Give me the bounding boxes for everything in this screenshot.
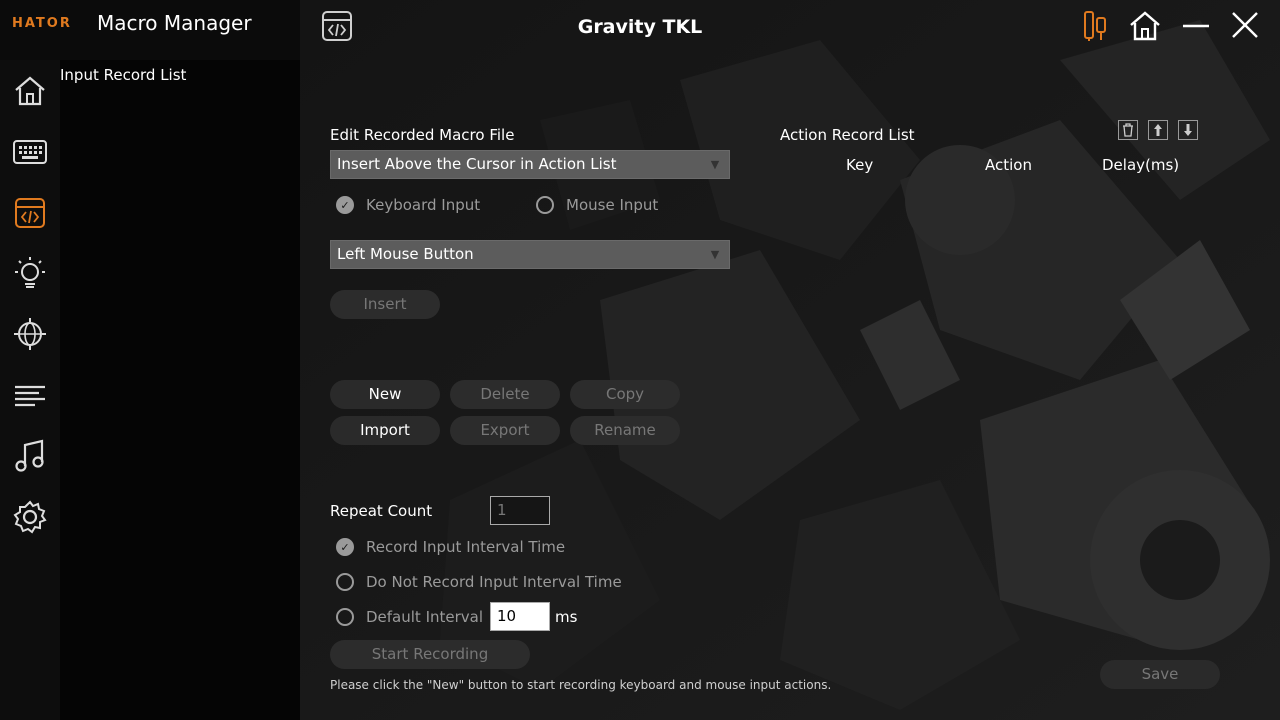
move-down-icon[interactable] <box>1178 120 1198 140</box>
insert-mode-value: Insert Above the Cursor in Action List <box>337 155 617 173</box>
network-globe-icon[interactable] <box>11 315 49 353</box>
interval-unit: ms <box>555 608 578 626</box>
rename-button[interactable]: Rename <box>570 416 680 445</box>
import-button[interactable]: Import <box>330 416 440 445</box>
device-title: Gravity TKL <box>577 16 703 38</box>
default-interval-radio[interactable]: Default Interval <box>336 608 483 626</box>
app-window: HATOR Macro Manager Gravity TKL Input Re… <box>0 0 1280 720</box>
minimize-icon[interactable] <box>1182 14 1210 38</box>
default-interval-label: Default Interval <box>366 608 484 626</box>
new-button[interactable]: New <box>330 380 440 409</box>
chevron-down-icon: ▼ <box>701 241 729 268</box>
repeat-count-label: Repeat Count <box>330 502 433 520</box>
unchecked-radio-icon <box>336 573 354 591</box>
lighting-icon[interactable] <box>11 254 49 292</box>
checked-radio-icon: ✓ <box>336 538 354 556</box>
brand-logo: HATOR <box>12 16 72 31</box>
record-list-panel <box>60 60 300 720</box>
list-icon[interactable] <box>11 377 49 415</box>
action-list-title: Action Record List <box>780 126 915 144</box>
key-select-value: Left Mouse Button <box>337 245 474 263</box>
app-title: Macro Manager <box>97 11 252 35</box>
column-header-key: Key <box>846 156 874 174</box>
settings-gear-icon[interactable] <box>11 498 49 536</box>
record-interval-radio[interactable]: ✓ Record Input Interval Time <box>336 538 565 556</box>
record-interval-label: Record Input Interval Time <box>366 538 566 556</box>
move-up-icon[interactable] <box>1148 120 1168 140</box>
delete-button[interactable]: Delete <box>450 380 560 409</box>
code-file-icon <box>321 10 353 42</box>
record-list-title: Input Record List <box>60 66 187 84</box>
export-button[interactable]: Export <box>450 416 560 445</box>
column-header-delay: Delay(ms) <box>1102 156 1180 174</box>
checked-radio-icon: ✓ <box>336 196 354 214</box>
column-header-action: Action <box>985 156 1032 174</box>
unchecked-radio-icon <box>536 196 554 214</box>
start-recording-button[interactable]: Start Recording <box>330 640 530 669</box>
keyboard-icon[interactable] <box>11 133 49 171</box>
macro-icon[interactable] <box>11 194 49 232</box>
no-record-interval-radio[interactable]: Do Not Record Input Interval Time <box>336 573 622 591</box>
keyboard-input-radio[interactable]: ✓ Keyboard Input <box>336 196 480 214</box>
trash-icon[interactable] <box>1118 120 1138 140</box>
close-icon[interactable] <box>1230 10 1260 40</box>
key-select[interactable]: Left Mouse Button ▼ <box>330 240 730 269</box>
repeat-count-input[interactable]: 1 <box>490 496 550 525</box>
edit-macro-title: Edit Recorded Macro File <box>330 126 515 144</box>
keyboard-input-label: Keyboard Input <box>366 196 481 214</box>
nav-home-icon[interactable] <box>11 72 49 110</box>
mouse-input-label: Mouse Input <box>566 196 659 214</box>
default-interval-input[interactable]: 10 <box>490 602 550 631</box>
unchecked-radio-icon <box>336 608 354 626</box>
save-button[interactable]: Save <box>1100 660 1220 689</box>
instruction-text: Please click the "New" button to start r… <box>330 678 832 692</box>
power-plug-icon[interactable] <box>1082 10 1110 42</box>
music-icon[interactable] <box>11 437 49 475</box>
chevron-down-icon: ▼ <box>701 151 729 178</box>
insert-mode-select[interactable]: Insert Above the Cursor in Action List ▼ <box>330 150 730 179</box>
home-icon[interactable] <box>1128 10 1162 42</box>
mouse-input-radio[interactable]: Mouse Input <box>536 196 658 214</box>
copy-button[interactable]: Copy <box>570 380 680 409</box>
insert-button[interactable]: Insert <box>330 290 440 319</box>
no-record-interval-label: Do Not Record Input Interval Time <box>366 573 622 591</box>
